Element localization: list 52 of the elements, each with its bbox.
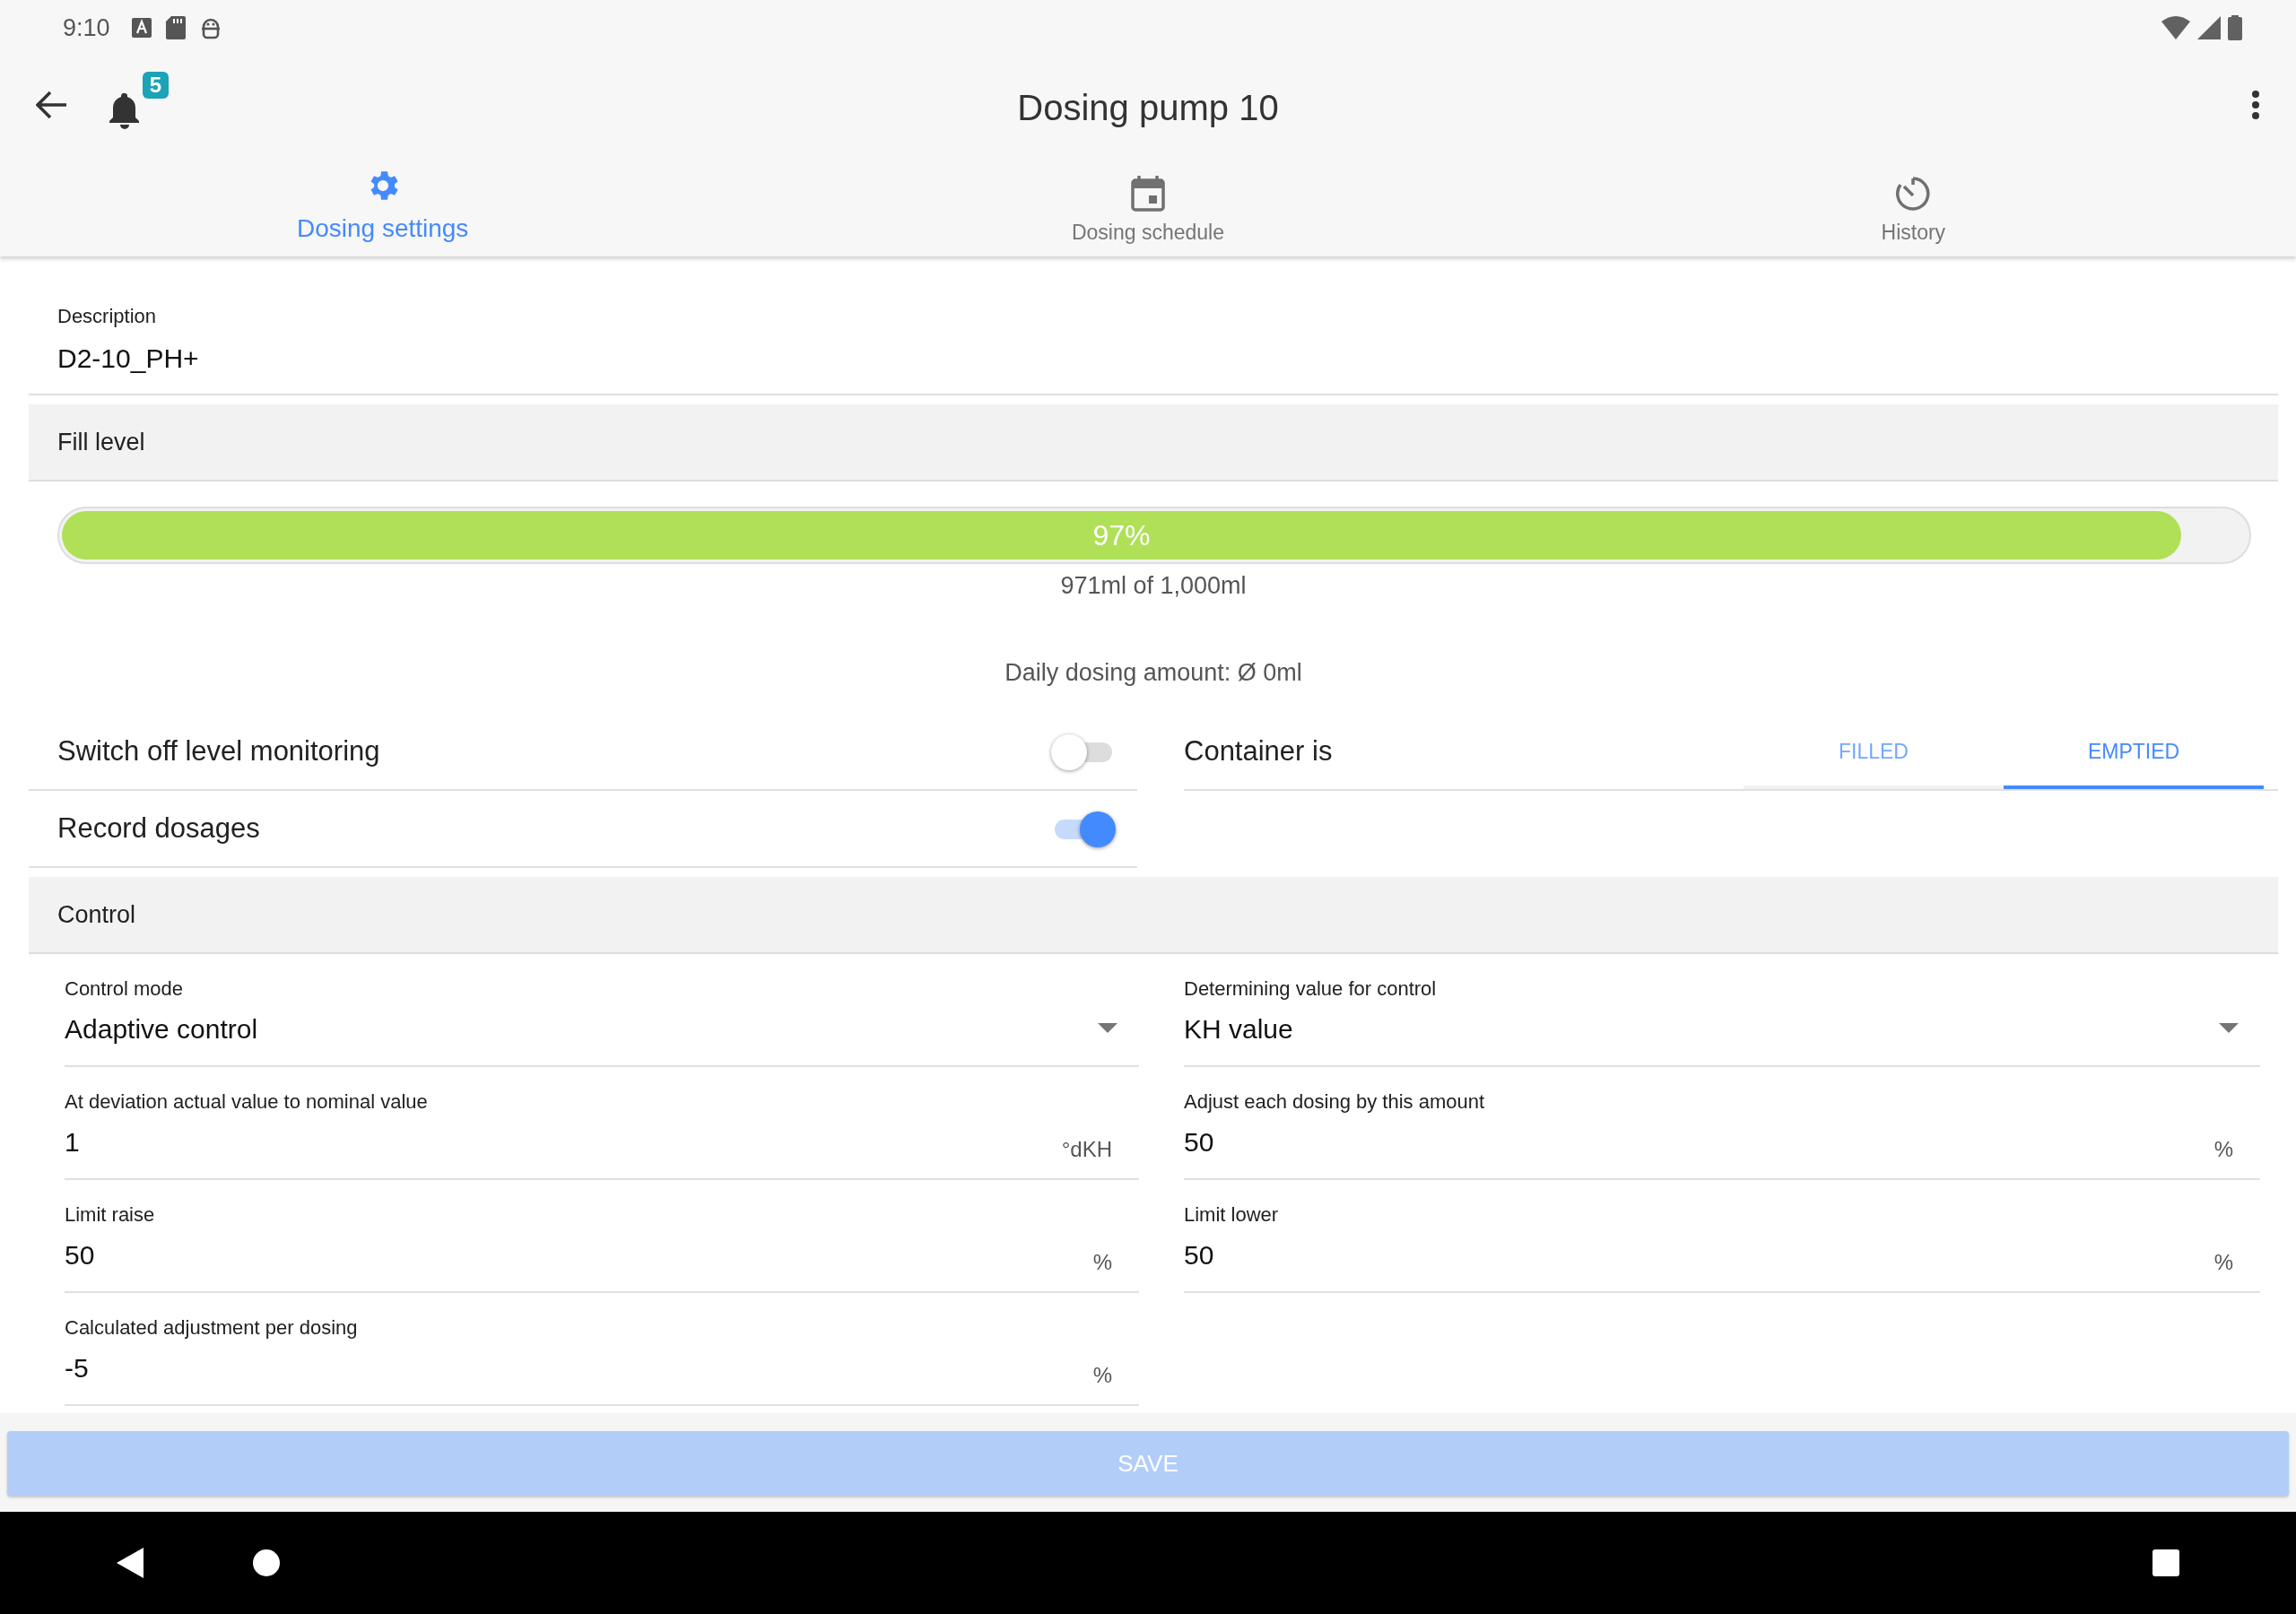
more-icon [2251, 90, 2260, 120]
square-icon [2152, 1549, 2179, 1576]
status-time: 9:10 [63, 13, 110, 43]
unit-label: % [2213, 1136, 2233, 1163]
fill-amount: 971ml of 1,000ml [1060, 571, 1247, 601]
bell-icon [108, 91, 142, 129]
nav-home-button[interactable] [253, 1549, 280, 1576]
nav-back-button[interactable] [117, 1548, 144, 1578]
sd-card-icon [165, 16, 186, 39]
dropdown-caret-icon [2219, 1023, 2239, 1033]
tab[interactable]: Dosing schedule [765, 154, 1531, 256]
container-label: Container is [1184, 733, 1333, 768]
input-field[interactable]: -5 [65, 1348, 1022, 1388]
battery-icon [2228, 15, 2242, 40]
input-field[interactable]: 50 [1184, 1122, 2144, 1162]
field-label: Calculated adjustment per dosing [65, 1315, 359, 1341]
field-label: Adjust each dosing by this amount [1184, 1089, 1486, 1115]
wifi-icon [2161, 16, 2190, 39]
circle-icon [253, 1549, 280, 1576]
switch-label: Switch off level monitoring [57, 733, 380, 768]
dropdown-caret-icon [1098, 1023, 1118, 1033]
notification-badge: 5 [142, 72, 169, 99]
calendar-icon [1131, 175, 1165, 212]
field-label: Limit lower [1184, 1202, 1280, 1228]
signal-icon [2197, 16, 2221, 39]
unit-label: % [1092, 1362, 1112, 1389]
robot-icon [199, 16, 222, 39]
back-arrow-icon [36, 91, 68, 119]
field-label: Control mode [65, 976, 185, 1002]
switch-label: Record dosages [57, 811, 260, 846]
triangle-icon [117, 1548, 144, 1578]
field-label: At deviation actual value to nominal value [65, 1089, 429, 1115]
input-field[interactable]: 50 [1184, 1235, 2144, 1275]
font-icon [131, 18, 152, 38]
field-label: Limit raise [65, 1202, 156, 1228]
page-title: Dosing pump 10 [1017, 88, 1279, 127]
unit-label: °dKH [1061, 1136, 1112, 1163]
clock-icon [1895, 175, 1932, 212]
unit-label: % [1092, 1249, 1112, 1276]
tab[interactable]: History [1530, 154, 2296, 256]
field-label: Description [57, 304, 158, 329]
dropdown-field[interactable]: Adaptive control [65, 1009, 1139, 1049]
daily-dosing-text: Daily dosing amount: Ø 0ml [1004, 657, 1302, 688]
field-label: Determining value for control [1184, 976, 1438, 1002]
input-field[interactable]: 1 [65, 1122, 1022, 1162]
input-field[interactable]: 50 [65, 1235, 1022, 1275]
description-value[interactable]: D2-10_PH+ [57, 338, 2278, 378]
section-header: Fill level [29, 404, 2278, 482]
dropdown-field[interactable]: KH value [1184, 1009, 2260, 1049]
section-header: Control [29, 877, 2278, 954]
unit-label: % [2213, 1249, 2233, 1276]
progress-percent: 97% [1092, 518, 1151, 553]
